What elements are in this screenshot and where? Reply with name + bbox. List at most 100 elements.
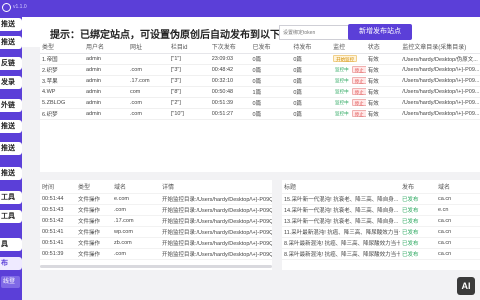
ai-badge-icon[interactable]: AI <box>457 277 475 295</box>
log-row: 00:51:41 文件操作 wp.com 开始监控目录:/Users/hardy/De… <box>40 226 272 238</box>
cell-next: 23:09:03 <box>209 53 251 65</box>
column-header[interactable]: 已发布 <box>250 40 292 54</box>
stop-monitor-button[interactable]: 停止 <box>351 66 366 73</box>
table-row[interactable]: 4.WP admin com ["8"] 00:50:48 1篇 0篇 监控中 停止 有效/Use… <box>40 86 480 98</box>
cell-status: 已发布 <box>400 204 436 216</box>
cell-domain: zb.com <box>112 237 160 249</box>
sidebar-item[interactable]: 布 <box>0 257 22 270</box>
site-table-panel: 类型 用户名 网址 栏目id 下次发布 已发布 待发布 监控 状态 监控文章目录(采集目录) 1.… <box>40 40 480 172</box>
column-header[interactable]: 监控文章目录(采集目录) <box>400 40 480 54</box>
add-site-button[interactable]: 新增发布站点 <box>348 24 412 40</box>
column-header: 时间 <box>40 180 76 194</box>
stop-monitor-button[interactable]: 停止 <box>351 77 366 84</box>
cell-title: 13.采叶新一代混沌! 抗衰老、降三高、降自身... <box>282 215 400 227</box>
cell-user: admin <box>84 97 128 109</box>
cell-detail: 开始监控目录:/Users/hardy/Desktop/\+}-P09Q1/k.… <box>160 237 272 249</box>
cell-time: 00:51:41 <box>40 226 76 238</box>
cell-time: 00:51:39 <box>40 248 76 260</box>
publish-row: 8.采叶最新混沌! 抗癌、降三高、降尿酸效力当十... 已发布 ca.cn <box>282 237 480 249</box>
cell-domain: e.cn <box>436 204 480 216</box>
publish-row: 14.采叶新一代混沌! 抗衰老、降三高、降自身... 已发布 e.cn <box>282 204 480 216</box>
sidebar-item[interactable]: 推送 <box>0 120 22 133</box>
cell-title: 8.采叶最新混沌! 抗癌、降三高、降尿酸效力当十... <box>282 248 400 260</box>
cell-monitor: 开始监控 <box>331 53 366 65</box>
column-header[interactable]: 网址 <box>128 40 169 54</box>
table-row[interactable]: 2.织梦 admin .com ["3"] 00:48:42 0篇 0篇 监控中 停止 有效/Us… <box>40 64 480 76</box>
cell-status: 有效 <box>365 75 401 87</box>
sidebar-item[interactable]: 反链 <box>0 57 22 70</box>
cell-domain: ca.cn <box>436 215 480 227</box>
column-header[interactable]: 类型 <box>40 40 84 54</box>
app-version: v1.1.0 <box>13 4 27 10</box>
sidebar-item[interactable]: 推送 <box>0 167 22 180</box>
sidebar-item[interactable]: 发录 <box>0 76 22 89</box>
cell-next: 00:48:42 <box>209 64 251 76</box>
cell-type: 文件操作 <box>76 248 112 260</box>
publish-row: 8.采叶最新混沌! 抗癌、降三高、降尿酸效力当十... 已发布 ca.cn <box>282 248 480 260</box>
column-header[interactable]: 监控 <box>331 40 366 54</box>
publish-table-panel: 标题 发布 域名 15.采叶新一代混沌! 抗衰老、降三高、降自身... 已发布 ca.c… <box>282 180 480 270</box>
cell-user: admin <box>84 64 128 76</box>
cell-monitor: 监控中 停止 <box>331 64 366 76</box>
cell-title: 8.采叶最新混沌! 抗癌、降三高、降尿酸效力当十... <box>282 237 400 249</box>
sidebar-item[interactable]: 推送 <box>0 18 22 31</box>
cell-domain: .com <box>112 204 160 216</box>
cell-cat: ["2"] <box>168 97 210 109</box>
stop-monitor-button[interactable]: 停止 <box>351 99 366 106</box>
cell-title: 14.采叶新一代混沌! 抗衰老、降三高、降自身... <box>282 204 400 216</box>
column-header[interactable]: 下次发布 <box>209 40 251 54</box>
cell-type: 文件操作 <box>76 215 112 227</box>
log-row: 00:51:41 文件操作 zb.com 开始监控目录:/Users/hardy/De… <box>40 237 272 249</box>
cell-status: 有效 <box>365 53 401 65</box>
table-row[interactable]: 5.ZBLOG admin .com ["2"] 00:51:39 0篇 0篇 监控中 停止 有效… <box>40 97 480 109</box>
sidebar-item[interactable]: 推送 <box>0 36 22 49</box>
cell-detail: 开始监控目录:/Users/hardy/Desktop/\+}-P09Q1/k.… <box>160 204 272 216</box>
cell-domain: .17.com <box>112 215 160 227</box>
column-header[interactable]: 待发布 <box>291 40 332 54</box>
column-header: 发布 <box>400 180 436 194</box>
monitoring-label: 监控中 <box>335 100 349 105</box>
cell-title: 11.采叶最新混沌! 抗癌、降三高、降尿酸效力当十... <box>282 226 400 238</box>
start-monitor-button[interactable]: 开始监控 <box>333 55 358 62</box>
log-table: 时间 类型 域名 详情 00:51:44 文件操作 e.com 开始监控目录:/Users/… <box>40 180 272 260</box>
sidebar-item[interactable]: 具 <box>0 238 22 251</box>
cell-cat: ["3"] <box>168 64 210 76</box>
sidebar-item[interactable]: 推送 <box>0 142 22 155</box>
cell-type: 3.苹果 <box>40 75 84 87</box>
cell-user: admin <box>84 108 128 120</box>
column-header[interactable]: 用户名 <box>84 40 128 54</box>
column-header[interactable]: 栏目id <box>168 40 210 54</box>
cell-pending: 0篇 <box>291 86 332 98</box>
cell-domain: ca.cn <box>436 226 480 238</box>
cell-type: 文件操作 <box>76 204 112 216</box>
sidebar-bottom-button[interactable]: 线登 <box>1 276 20 288</box>
cell-domain: ca.cn <box>436 193 480 205</box>
log-row: 00:51:43 文件操作 .com 开始监控目录:/Users/hardy/Desk… <box>40 204 272 216</box>
table-row[interactable]: 3.苹果 admin .17.com ["3"] 00:32:10 0篇 0篇 监控中 停止 有效… <box>40 75 480 87</box>
cell-status: 已发布 <box>400 193 436 205</box>
column-header: 标题 <box>282 180 400 194</box>
token-input[interactable] <box>279 25 359 40</box>
stop-monitor-button[interactable]: 停止 <box>351 88 366 95</box>
log-scrollbar[interactable] <box>40 265 272 268</box>
cell-url: .17.com <box>128 75 169 87</box>
cell-pending: 0篇 <box>291 75 332 87</box>
column-header[interactable]: 状态 <box>365 40 401 54</box>
sidebar-item[interactable]: 工具 <box>0 210 22 223</box>
cell-next: 00:51:27 <box>209 108 251 120</box>
cell-time: 00:51:41 <box>40 237 76 249</box>
cell-status: 有效 <box>365 108 401 120</box>
sidebar-item[interactable]: 外链 <box>0 99 22 112</box>
cell-type: 2.织梦 <box>40 64 84 76</box>
stop-monitor-button[interactable]: 停止 <box>351 110 366 117</box>
table-row[interactable]: 1.帝国 admin ["1"] 23:09:03 0篇 0篇 开始监控 有效/Users/h… <box>40 53 480 65</box>
tip-text: 提示：已绑定站点，可设置伪原创后自动发布到以下站点 <box>50 30 300 41</box>
cell-next: 00:51:39 <box>209 97 251 109</box>
cell-pending: 0篇 <box>291 108 332 120</box>
cell-url <box>128 53 169 65</box>
column-header: 域名 <box>112 180 160 194</box>
table-row[interactable]: 6.织梦 admin .com ["10"] 00:51:27 0篇 0篇 监控中 停止 有效/U… <box>40 108 480 120</box>
cell-type: 4.WP <box>40 86 84 98</box>
sidebar-item[interactable]: 工具 <box>0 191 22 204</box>
site-table: 类型 用户名 网址 栏目id 下次发布 已发布 待发布 监控 状态 监控文章目录(采集目录) 1.… <box>40 40 480 120</box>
